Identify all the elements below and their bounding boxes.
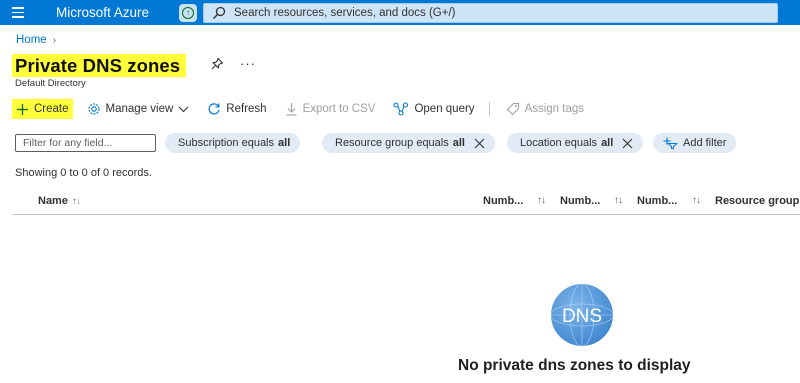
location-filter-pill[interactable]: Location equals all <box>507 133 644 153</box>
sort-icon[interactable]: ↑↓ <box>614 195 623 206</box>
column-header-name[interactable]: Name ↑↓ <box>38 195 81 207</box>
pin-icon[interactable] <box>210 57 224 71</box>
manage-view-label: Manage view <box>105 103 174 115</box>
filter-placeholder: Filter for any field... <box>23 137 113 149</box>
sort-icon[interactable]: ↑↓ <box>692 195 701 206</box>
top-bar: Microsoft Azure ↑ Search resources, serv… <box>0 0 800 25</box>
refresh-button[interactable]: Refresh <box>207 99 267 119</box>
column-header-number-2[interactable]: Numb... <box>560 195 600 207</box>
pill-value: all <box>601 137 614 149</box>
menu-icon[interactable] <box>0 0 36 25</box>
breadcrumb: Home › <box>16 34 56 46</box>
plus-icon <box>17 103 28 115</box>
pill-label: Location equals <box>520 137 598 149</box>
command-bar: Create Manage view Refresh Export to CSV <box>12 99 602 119</box>
page-title-highlight: Private DNS zones <box>12 54 187 77</box>
resource-group-filter-pill[interactable]: Resource group equals all <box>322 133 495 153</box>
dns-icon-text: DNS <box>562 306 602 327</box>
upgrade-icon[interactable]: ↑ <box>179 3 197 22</box>
pill-value: all <box>452 137 465 149</box>
create-label: Create <box>34 103 69 115</box>
empty-state-message: No private dns zones to display <box>458 357 691 374</box>
records-count: Showing 0 to 0 of 0 records. <box>15 167 152 179</box>
export-csv-label: Export to CSV <box>302 103 376 115</box>
open-query-label: Open query <box>414 103 475 115</box>
sort-asc-icon[interactable]: ↑↓ <box>72 196 81 207</box>
more-options-icon[interactable]: ··· <box>240 56 256 71</box>
column-label: Name <box>38 195 68 207</box>
pill-label: Resource group equals <box>335 137 449 149</box>
table-header: Name ↑↓ Numb... ↑↓ Numb... ↑↓ Numb... ↑↓… <box>12 188 800 215</box>
search-icon <box>213 6 226 19</box>
column-label: Numb... <box>560 195 601 207</box>
breadcrumb-home[interactable]: Home <box>16 34 47 46</box>
assign-tags-label: Assign tags <box>524 103 585 115</box>
page-subtitle: Default Directory <box>15 78 86 89</box>
column-label: Resource group <box>715 195 800 207</box>
brand-title[interactable]: Microsoft Azure <box>56 5 173 20</box>
refresh-label: Refresh <box>226 103 267 115</box>
page-title: Private DNS zones <box>15 54 181 76</box>
column-label: Numb... <box>483 195 524 207</box>
pill-label: Subscription equals <box>178 137 275 149</box>
column-header-number-1[interactable]: Numb... <box>483 195 523 207</box>
download-icon <box>286 103 297 116</box>
create-button[interactable]: Create <box>12 99 73 119</box>
sort-icon[interactable]: ↑↓ <box>537 195 546 206</box>
pill-value: all <box>278 137 291 149</box>
column-header-number-3[interactable]: Numb... <box>637 195 677 207</box>
gear-icon <box>87 103 100 115</box>
dns-globe-icon: DNS <box>550 283 614 347</box>
add-filter-label: Add filter <box>683 137 727 149</box>
filter-input[interactable]: Filter for any field... <box>15 134 156 152</box>
add-filter-icon <box>663 137 678 149</box>
chevron-right-icon: › <box>52 34 57 46</box>
close-icon[interactable] <box>622 138 633 149</box>
query-icon <box>393 102 409 116</box>
command-separator <box>488 102 490 116</box>
manage-view-button[interactable]: Manage view <box>87 99 190 119</box>
tag-icon <box>506 102 519 116</box>
search-placeholder: Search resources, services, and docs (G+… <box>234 6 456 19</box>
column-label: Numb... <box>637 195 678 207</box>
column-header-resource-group[interactable]: Resource group <box>715 195 799 207</box>
open-query-button[interactable]: Open query <box>393 99 475 119</box>
assign-tags-button[interactable]: Assign tags <box>506 99 584 119</box>
close-icon[interactable] <box>474 138 485 149</box>
subscription-filter-pill[interactable]: Subscription equals all <box>165 133 301 153</box>
export-csv-button[interactable]: Export to CSV <box>285 99 376 119</box>
refresh-icon <box>208 103 220 115</box>
search-input[interactable]: Search resources, services, and docs (G+… <box>203 2 778 23</box>
chevron-down-icon <box>178 106 189 113</box>
add-filter-button[interactable]: Add filter <box>653 133 737 153</box>
